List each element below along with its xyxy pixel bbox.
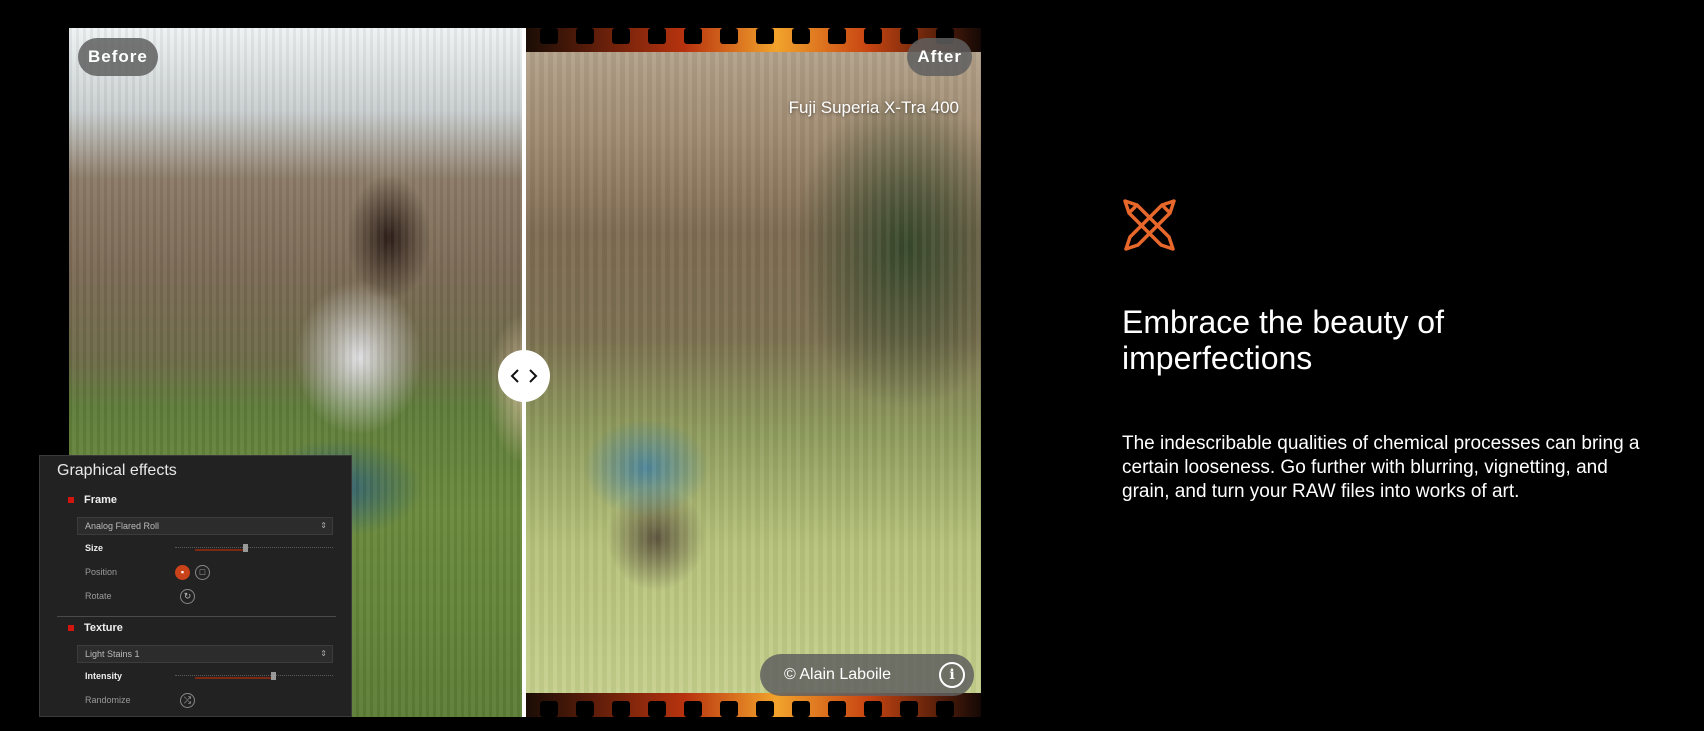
position-outside-button[interactable]: □ (195, 565, 210, 580)
chevron-right-icon (529, 369, 538, 383)
intensity-label: Intensity (85, 671, 123, 681)
texture-preset-select[interactable]: Light Stains 1 ⇕ (77, 645, 333, 663)
info-icon[interactable]: i (939, 662, 965, 688)
frame-section-toggle[interactable]: Frame (68, 494, 117, 506)
select-arrows-icon: ⇕ (320, 649, 327, 658)
section-divider (57, 616, 336, 617)
section-enabled-indicator (68, 625, 74, 631)
texture-section-toggle[interactable]: Texture (68, 622, 123, 634)
texture-heading: Texture (84, 622, 123, 634)
after-photo (526, 28, 981, 717)
texture-preset-value: Light Stains 1 (85, 649, 140, 659)
size-slider-thumb[interactable] (243, 544, 248, 552)
intensity-slider-fill (195, 677, 273, 679)
film-border-bottom (526, 693, 981, 717)
frame-heading: Frame (84, 494, 118, 506)
intensity-slider[interactable] (175, 672, 333, 681)
rotate-label: Rotate (85, 591, 112, 601)
panel-title: Graphical effects (57, 462, 177, 479)
position-inside-button[interactable]: ▪ (175, 565, 190, 580)
intensity-slider-thumb[interactable] (271, 672, 276, 680)
rotate-icon[interactable]: ↻ (180, 589, 195, 604)
chevron-left-icon (510, 369, 519, 383)
size-label: Size (85, 543, 104, 553)
photo-credit: © Alain Laboile i (760, 654, 974, 696)
graphical-effects-panel: Graphical effects Frame Analog Flared Ro… (39, 455, 352, 717)
shuffle-icon[interactable]: ⤮ (180, 693, 195, 708)
film-name-label: Fuji Superia X-Tra 400 (788, 98, 959, 117)
section-enabled-indicator (68, 497, 74, 503)
frame-preset-select[interactable]: Analog Flared Roll ⇕ (77, 517, 333, 535)
after-label: After (907, 38, 972, 76)
frame-preset-value: Analog Flared Roll (85, 521, 160, 531)
size-slider-fill (195, 549, 245, 551)
position-label: Position (85, 567, 118, 577)
credit-text: © Alain Laboile (784, 666, 891, 683)
feature-description: The indescribable qualities of chemical … (1122, 433, 1640, 502)
feature-headline: Embrace the beauty of imperfections (1122, 304, 1444, 376)
size-slider[interactable] (175, 544, 333, 553)
crossed-brushes-icon (1123, 199, 1176, 251)
compare-slider-handle[interactable] (498, 350, 550, 402)
before-label: Before (78, 38, 158, 76)
select-arrows-icon: ⇕ (320, 521, 327, 530)
randomize-label: Randomize (85, 695, 131, 705)
